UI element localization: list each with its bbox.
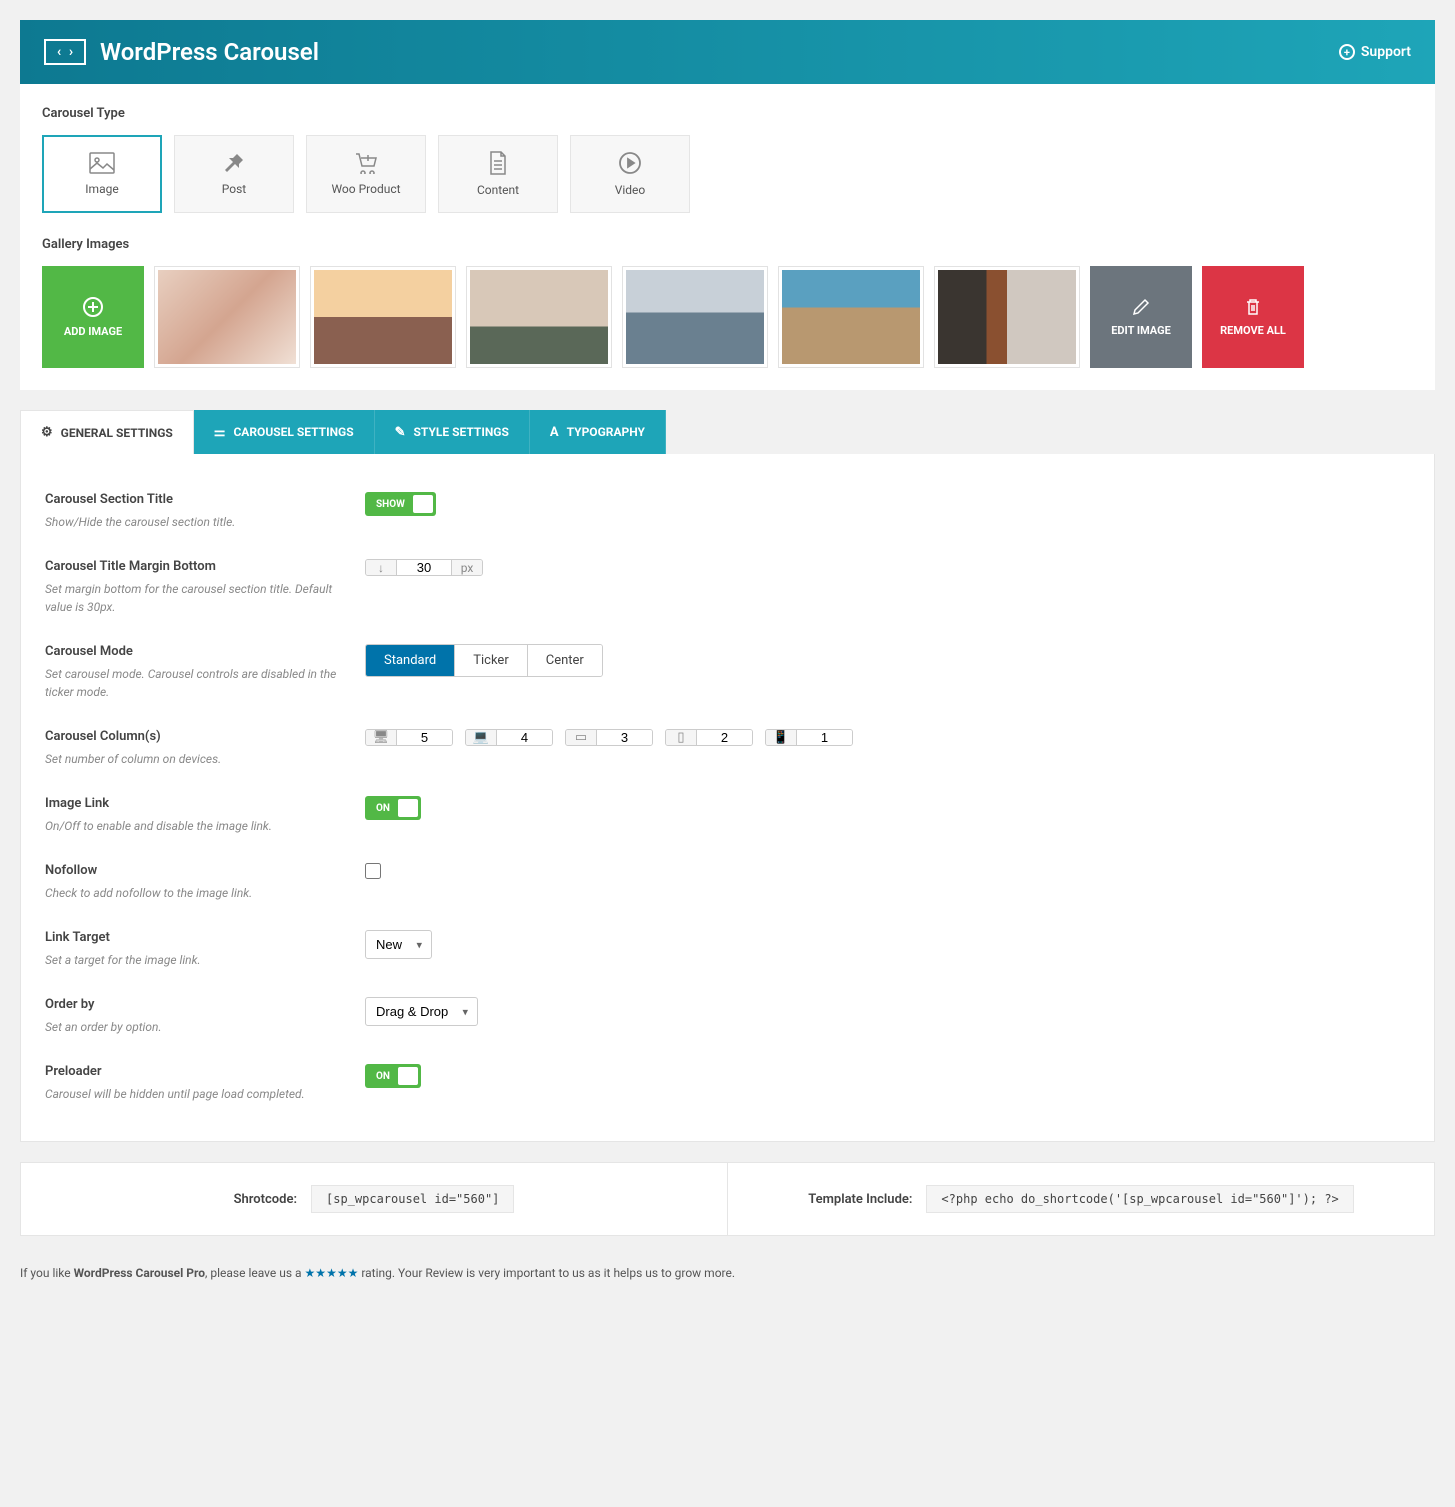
image-link-desc: On/Off to enable and disable the image l…	[45, 817, 345, 835]
desktop-icon: 🖥	[366, 730, 396, 745]
add-image-button[interactable]: ADD IMAGE	[42, 266, 144, 368]
nofollow-checkbox[interactable]	[365, 863, 381, 879]
gallery-thumb[interactable]	[310, 266, 456, 368]
tab-carousel[interactable]: ⚌ CAROUSEL SETTINGS	[194, 410, 375, 454]
type-card-content[interactable]: Content	[438, 135, 558, 213]
shortcode-value[interactable]: [sp_wpcarousel id="560"]	[311, 1185, 514, 1213]
page-title: WordPress Carousel	[100, 38, 319, 66]
type-label: Image	[85, 182, 118, 196]
stars-icon[interactable]: ★★★★★	[305, 1266, 359, 1280]
gallery-thumb[interactable]	[778, 266, 924, 368]
mode-label: Carousel Mode	[45, 644, 345, 659]
tab-general[interactable]: ⚙ GENERAL SETTINGS	[20, 410, 194, 454]
brush-icon: ✎	[395, 425, 406, 440]
col-mobile-input[interactable]	[796, 730, 852, 745]
tab-label: GENERAL SETTINGS	[61, 426, 173, 440]
type-card-woo[interactable]: Woo Product	[306, 135, 426, 213]
tab-label: TYPOGRAPHY	[567, 425, 645, 439]
image-icon	[89, 152, 115, 174]
preloader-toggle[interactable]: ON	[365, 1064, 421, 1088]
margin-unit: px	[452, 560, 482, 575]
carousel-type-label: Carousel Type	[42, 106, 1413, 121]
type-label: Woo Product	[331, 182, 400, 196]
order-by-select[interactable]: Drag & Drop	[365, 997, 478, 1026]
section-title-toggle[interactable]: SHOW	[365, 492, 436, 516]
footer-note: If you like WordPress Carousel Pro, plea…	[20, 1266, 1435, 1280]
tab-label: STYLE SETTINGS	[414, 425, 509, 439]
pin-icon	[223, 152, 245, 174]
col-laptop-input[interactable]	[496, 730, 552, 745]
edit-image-button[interactable]: EDIT IMAGE	[1090, 266, 1192, 368]
document-icon	[488, 151, 508, 175]
section-title-label: Carousel Section Title	[45, 492, 345, 507]
image-link-toggle[interactable]: ON	[365, 796, 421, 820]
link-target-desc: Set a target for the image link.	[45, 951, 345, 969]
tab-label: CAROUSEL SETTINGS	[233, 425, 353, 439]
margin-bottom-label: Carousel Title Margin Bottom	[45, 559, 345, 574]
gallery-thumb[interactable]	[622, 266, 768, 368]
col-desktop-input[interactable]	[396, 730, 452, 745]
font-icon: A	[550, 425, 559, 440]
template-include-value[interactable]: <?php echo do_shortcode('[sp_wpcarousel …	[926, 1185, 1353, 1213]
type-card-post[interactable]: Post	[174, 135, 294, 213]
mode-desc: Set carousel mode. Carousel controls are…	[45, 665, 345, 701]
preloader-desc: Carousel will be hidden until page load …	[45, 1085, 345, 1103]
nofollow-desc: Check to add nofollow to the image link.	[45, 884, 345, 902]
order-by-label: Order by	[45, 997, 345, 1012]
mode-center[interactable]: Center	[528, 645, 602, 676]
add-image-label: ADD IMAGE	[64, 325, 122, 338]
support-label: Support	[1361, 44, 1411, 60]
columns-desc: Set number of column on devices.	[45, 750, 345, 768]
edit-icon	[1132, 298, 1150, 316]
order-by-desc: Set an order by option.	[45, 1018, 345, 1036]
preloader-label: Preloader	[45, 1064, 345, 1079]
gallery-thumb[interactable]	[934, 266, 1080, 368]
logo-icon: ‹›	[44, 39, 86, 65]
shortcode-label: Shrotcode:	[234, 1192, 297, 1207]
remove-all-button[interactable]: REMOVE ALL	[1202, 266, 1304, 368]
tablet-landscape-icon: ▭	[566, 730, 596, 745]
gallery-thumb[interactable]	[466, 266, 612, 368]
mode-ticker[interactable]: Ticker	[455, 645, 527, 676]
image-link-label: Image Link	[45, 796, 345, 811]
support-icon: +	[1339, 44, 1355, 60]
mode-standard[interactable]: Standard	[366, 645, 455, 676]
cart-icon	[354, 152, 378, 174]
plus-icon	[83, 297, 103, 317]
tab-typography[interactable]: A TYPOGRAPHY	[530, 410, 666, 454]
play-icon	[618, 151, 642, 175]
toggle-label: SHOW	[368, 499, 413, 510]
margin-bottom-desc: Set margin bottom for the carousel secti…	[45, 580, 345, 616]
margin-bottom-input[interactable]	[396, 560, 452, 575]
link-target-label: Link Target	[45, 930, 345, 945]
gallery-label: Gallery Images	[42, 237, 1413, 252]
type-label: Content	[477, 183, 519, 197]
toggle-label: ON	[368, 803, 398, 814]
laptop-icon: 💻	[466, 730, 496, 745]
header: ‹› WordPress Carousel + Support	[20, 20, 1435, 84]
gear-icon: ⚙	[41, 425, 53, 440]
tab-style[interactable]: ✎ STYLE SETTINGS	[375, 410, 530, 454]
edit-image-label: EDIT IMAGE	[1111, 324, 1171, 337]
sliders-icon: ⚌	[214, 425, 226, 440]
support-link[interactable]: + Support	[1339, 44, 1411, 60]
gallery-thumb[interactable]	[154, 266, 300, 368]
col-tablet-input[interactable]	[696, 730, 752, 745]
type-label: Post	[222, 182, 246, 196]
type-label: Video	[615, 183, 646, 197]
type-card-image[interactable]: Image	[42, 135, 162, 213]
remove-all-label: REMOVE ALL	[1220, 324, 1286, 337]
tablet-icon: ▯	[666, 730, 696, 745]
nofollow-label: Nofollow	[45, 863, 345, 878]
template-include-label: Template Include:	[808, 1192, 912, 1207]
section-title-desc: Show/Hide the carousel section title.	[45, 513, 345, 531]
col-tablet-l-input[interactable]	[596, 730, 652, 745]
columns-label: Carousel Column(s)	[45, 729, 345, 744]
link-target-select[interactable]: New	[365, 930, 432, 959]
toggle-label: ON	[368, 1071, 398, 1082]
trash-icon	[1245, 298, 1261, 316]
arrow-down-icon: ↓	[366, 560, 396, 575]
mobile-icon: 📱	[766, 730, 796, 745]
type-card-video[interactable]: Video	[570, 135, 690, 213]
